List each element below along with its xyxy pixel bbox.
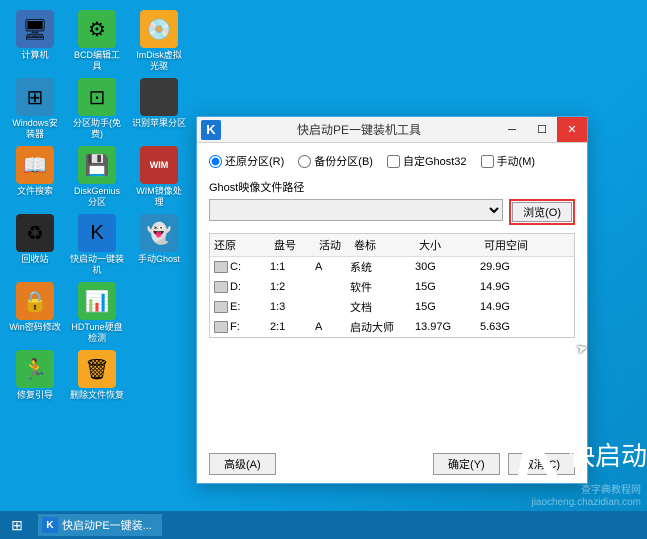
app-tile-icon: ⊡	[78, 78, 116, 116]
app-tile-icon: 🔒	[16, 282, 54, 320]
browse-button[interactable]: 浏览(O)	[512, 202, 572, 222]
desktop-icon-label: 回收站	[21, 254, 48, 265]
close-button[interactable]: ✕	[557, 117, 587, 142]
desktop-icon-label: Windows安装器	[8, 118, 62, 140]
desktop-icon[interactable]: 📊HDTune硬盘检测	[70, 282, 124, 346]
table-row[interactable]: F:2:1A启动大师13.97G5.63G	[210, 317, 574, 337]
table-row[interactable]: D:1:2软件15G14.9G	[210, 277, 574, 297]
app-tile-icon: ♻	[16, 214, 54, 252]
table-header: 还原 盘号 活动 卷标 大小 可用空间	[210, 234, 574, 257]
partition-table: 还原 盘号 活动 卷标 大小 可用空间 C:1:1A系统30G29.9GD:1:…	[209, 233, 575, 338]
drive-icon	[214, 261, 228, 273]
desktop-icon[interactable]: 📖 文件搜索	[8, 146, 62, 210]
app-tile-icon: 👻	[140, 214, 178, 252]
desktop-icon[interactable]: 💿ImDisk虚拟光驱	[132, 10, 186, 74]
app-icon: K	[201, 120, 221, 140]
manual-check[interactable]: 手动(M)	[481, 153, 536, 169]
desktop-icon-label: Win密码修改	[9, 322, 61, 333]
desktop-icon[interactable]: ♻ 回收站	[8, 214, 62, 278]
titlebar[interactable]: K 快启动PE一键装机工具 ─ ☐ ✕	[197, 117, 587, 143]
backup-radio[interactable]: 备份分区(B)	[298, 153, 373, 169]
app-tile-icon: 💿	[140, 10, 178, 48]
desktop-icon-label: WIM镜像处理	[132, 186, 186, 208]
drive-icon	[214, 281, 228, 293]
app-tile-icon: 🏃	[16, 350, 54, 388]
taskbar[interactable]: ⊞ K 快启动PE一键装...	[0, 511, 647, 539]
window-title: 快启动PE一键装机工具	[221, 121, 497, 138]
app-tile-icon: ⊞	[16, 78, 54, 116]
ghost32-check[interactable]: 自定Ghost32	[387, 153, 467, 169]
desktop-icon-label: 快启动一键装机	[70, 254, 124, 276]
desktop-icon[interactable]: WIMWIM镜像处理	[132, 146, 186, 210]
brand-logo: K 快启动	[517, 417, 647, 491]
minimize-button[interactable]: ─	[497, 117, 527, 142]
desktop-icon[interactable]: 🗑 删除文件恢复	[70, 350, 124, 414]
app-tile-icon: 📖	[16, 146, 54, 184]
app-tile-icon	[140, 78, 178, 116]
desktop-icon-grid: 🖥 计算机 ⊞Windows安装器 📖 文件搜索 ♻ 回收站 🔒 Win密码修改 🏃 修复引导 ⚙BC…	[0, 0, 180, 490]
desktop-icon-label: BCD编辑工具	[70, 50, 124, 72]
desktop-icon[interactable]: 识别苹果分区	[132, 78, 186, 142]
browse-highlight: 浏览(O)	[509, 199, 575, 225]
advanced-button[interactable]: 高级(A)	[209, 453, 276, 475]
desktop: 🖥计算机⊞Windows安装器📖文件搜索♻回收站🔒Win密码修改🏃修复引导⚙BC…	[0, 0, 647, 539]
desktop-icon[interactable]: 🔒 Win密码修改	[8, 282, 62, 346]
start-button[interactable]: ⊞	[0, 511, 34, 539]
app-tile-icon: WIM	[140, 146, 178, 184]
desktop-icon-label: 修复引导	[17, 390, 53, 401]
desktop-icon[interactable]: 🖥 计算机	[8, 10, 62, 74]
desktop-icon[interactable]: K快启动一键装机	[70, 214, 124, 278]
app-tile-icon: 🗑	[78, 350, 116, 388]
app-tile-icon: ⚙	[78, 10, 116, 48]
desktop-icon-label: HDTune硬盘检测	[70, 322, 124, 344]
desktop-icon[interactable]: ⚙BCD编辑工具	[70, 10, 124, 74]
taskbar-app-item[interactable]: K 快启动PE一键装...	[38, 514, 162, 536]
table-row[interactable]: C:1:1A系统30G29.9G	[210, 257, 574, 277]
app-tile-icon: 📊	[78, 282, 116, 320]
ok-button[interactable]: 确定(Y)	[433, 453, 500, 475]
desktop-icon-label: 识别苹果分区	[132, 118, 186, 129]
app-tile-icon: K	[78, 214, 116, 252]
watermark: 查字典教程网 jiaocheng.chazidian.com	[531, 485, 641, 509]
desktop-icon[interactable]: 💾DiskGenius分区	[70, 146, 124, 210]
app-tile-icon: 🖥	[16, 10, 54, 48]
desktop-icon-label: 删除文件恢复	[70, 390, 124, 401]
desktop-icon[interactable]: 👻 手动Ghost	[132, 214, 186, 278]
table-row[interactable]: E:1:3文档15G14.9G	[210, 297, 574, 317]
desktop-icon-label: DiskGenius分区	[70, 186, 124, 208]
desktop-icon[interactable]: ⊞Windows安装器	[8, 78, 62, 142]
desktop-icon-label: 文件搜索	[17, 186, 53, 197]
desktop-icon[interactable]: ⊡分区助手(免费)	[70, 78, 124, 142]
drive-icon	[214, 301, 228, 313]
restore-radio[interactable]: 还原分区(R)	[209, 153, 284, 169]
app-tile-icon: 💾	[78, 146, 116, 184]
desktop-icon-label: ImDisk虚拟光驱	[132, 50, 186, 72]
drive-icon	[214, 321, 228, 333]
mode-row: 还原分区(R) 备份分区(B) 自定Ghost32 手动(M)	[209, 153, 575, 169]
desktop-icon-label: 手动Ghost	[138, 254, 180, 265]
maximize-button[interactable]: ☐	[527, 117, 557, 142]
image-path-select[interactable]	[209, 199, 503, 221]
desktop-icon-label: 计算机	[21, 50, 48, 61]
desktop-icon-label: 分区助手(免费)	[70, 118, 124, 140]
desktop-icon[interactable]: 🏃 修复引导	[8, 350, 62, 414]
path-label: Ghost映像文件路径	[209, 179, 575, 195]
app-icon: K	[42, 517, 58, 533]
